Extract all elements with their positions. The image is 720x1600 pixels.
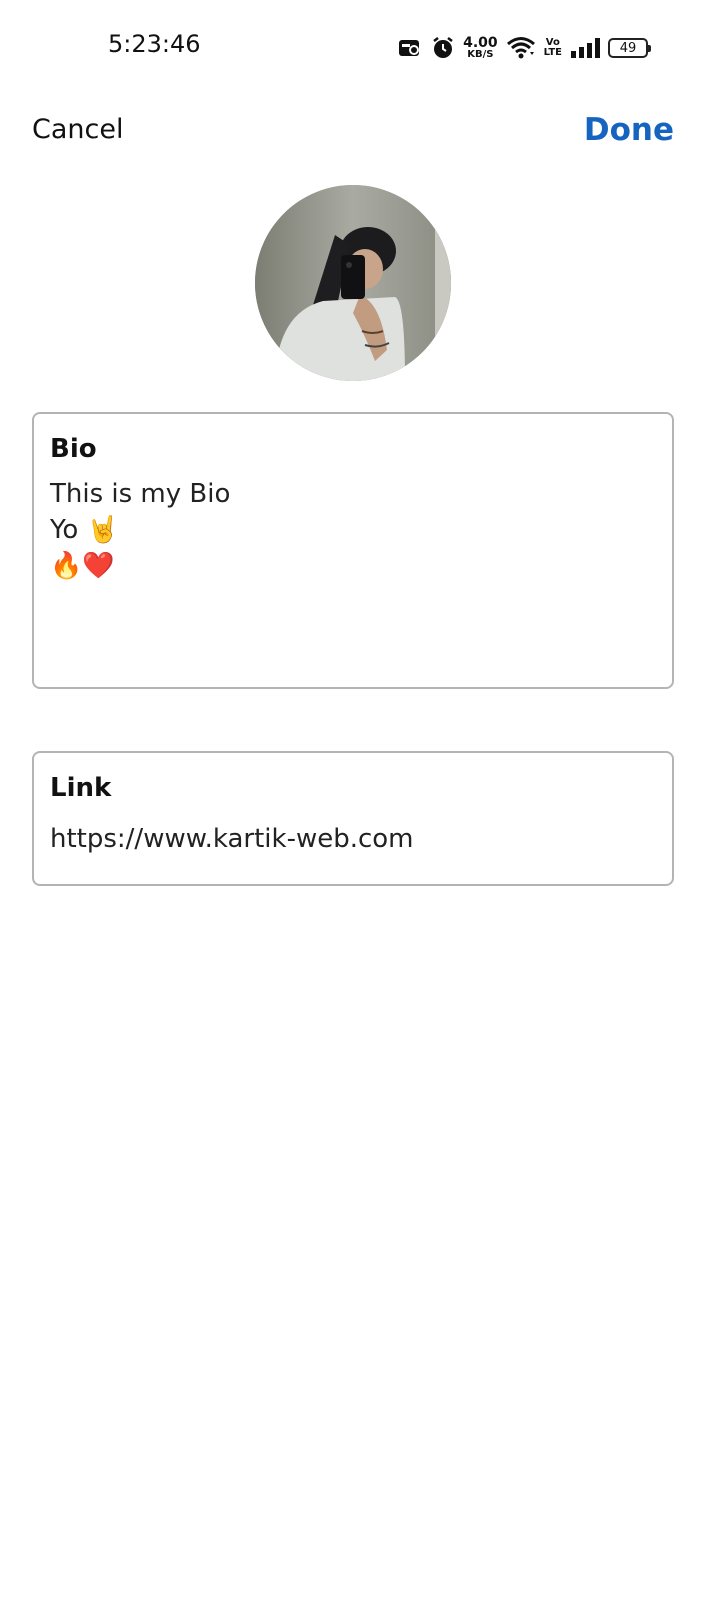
network-speed: 4.00 KB/S xyxy=(463,36,498,60)
alarm-icon xyxy=(431,36,455,60)
done-button[interactable]: Done xyxy=(584,112,674,148)
signal-icon xyxy=(570,37,600,59)
cancel-button[interactable]: Cancel xyxy=(32,114,123,145)
status-time: 5:23:46 xyxy=(108,30,201,58)
network-speed-value: 4.00 xyxy=(463,35,498,51)
link-input[interactable]: https://www.kartik-web.com xyxy=(50,821,656,857)
screen-record-icon xyxy=(397,37,423,59)
profile-photo-image xyxy=(255,185,451,381)
volte-icon: Vo LTE xyxy=(544,38,562,58)
profile-avatar[interactable] xyxy=(255,185,451,381)
volte-bottom: LTE xyxy=(543,47,562,58)
link-field[interactable]: Link https://www.kartik-web.com xyxy=(32,751,674,886)
wifi-icon xyxy=(506,36,536,60)
status-bar: 5:23:46 4.00 KB/S Vo LTE 49 xyxy=(0,0,720,96)
battery-icon: 49 xyxy=(608,38,651,58)
edit-profile-screen: 5:23:46 4.00 KB/S Vo LTE 49 Cancel Done … xyxy=(0,0,720,1600)
network-speed-unit: KB/S xyxy=(467,49,494,60)
bio-field[interactable]: Bio This is my Bio Yo 🤘 🔥❤️ xyxy=(32,412,674,689)
status-icons: 4.00 KB/S Vo LTE 49 xyxy=(397,32,651,64)
bio-input[interactable]: This is my Bio Yo 🤘 🔥❤️ xyxy=(50,476,656,584)
bio-label: Bio xyxy=(50,434,97,464)
link-label: Link xyxy=(50,773,112,803)
